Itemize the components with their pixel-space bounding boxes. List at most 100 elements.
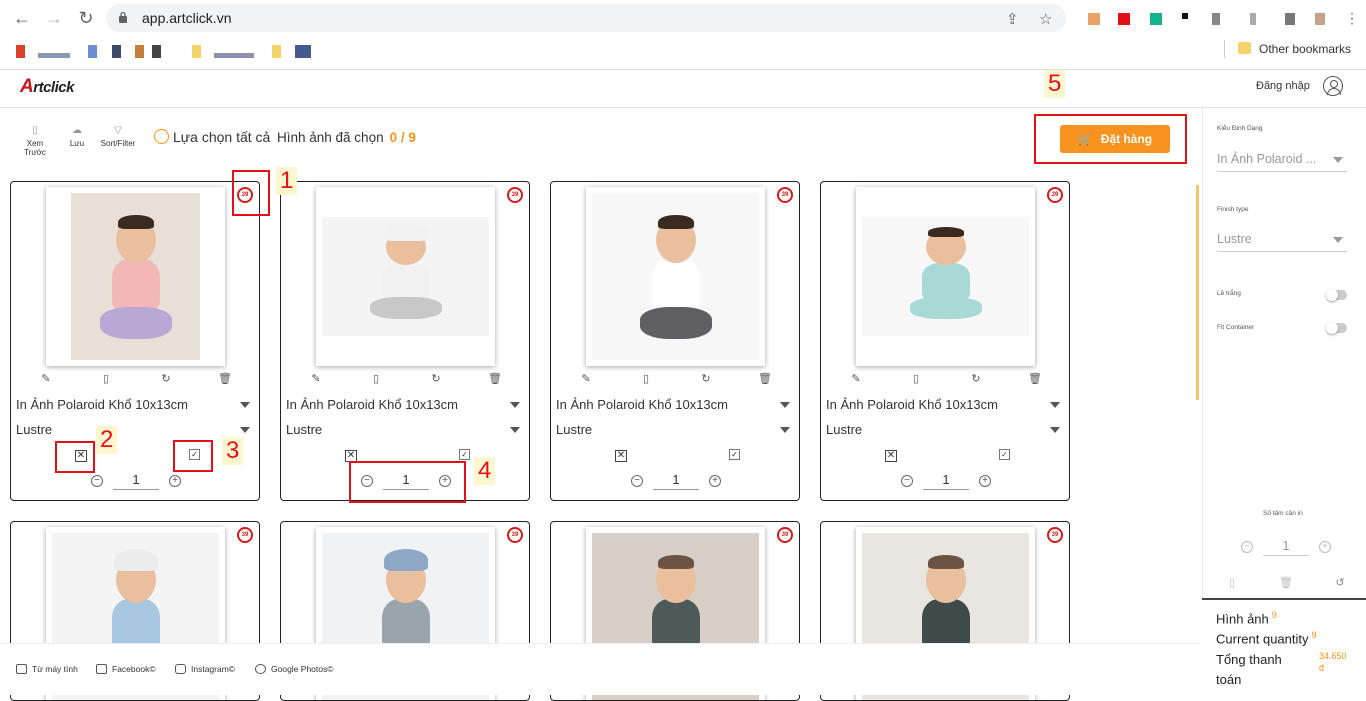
minus-icon[interactable]: − [91, 475, 103, 487]
edit-pencil-icon[interactable]: ✎ [579, 372, 593, 386]
photo-frame[interactable] [586, 187, 765, 366]
login-link[interactable]: Đăng nhập [1256, 80, 1310, 92]
address-bar[interactable]: app.artclick.vn ⇪ ☆ [106, 4, 1066, 32]
photo-frame[interactable] [46, 187, 225, 366]
minus-icon[interactable]: − [901, 475, 913, 487]
bookmark-icon[interactable] [214, 53, 254, 58]
extension-icon[interactable] [1250, 13, 1256, 25]
quantity-value[interactable]: 1 [113, 472, 159, 490]
instagram-button[interactable]: Instagram© [175, 664, 235, 674]
border-toggle[interactable] [1326, 289, 1347, 301]
quality-badge[interactable]: 39 [1047, 187, 1063, 203]
extension-icon[interactable] [1088, 13, 1100, 25]
photo-card[interactable]: 39 ✎ ▯ ↻ 🗑 In Ảnh Polaroid Khổ 10x13cm L… [550, 181, 800, 501]
user-icon[interactable] [1323, 76, 1343, 96]
fit-toggle[interactable] [1326, 322, 1347, 334]
finish-select[interactable]: Lustre [16, 420, 254, 440]
menu-icon[interactable]: ⋮ [1342, 8, 1362, 28]
copy-icon[interactable]: ▯ [99, 372, 113, 386]
quantity-value[interactable]: 1 [653, 472, 699, 490]
trash-icon[interactable]: 🗑 [1279, 576, 1293, 590]
star-icon[interactable]: ☆ [1039, 10, 1052, 28]
finish-select[interactable]: Lustre [286, 420, 524, 440]
copies-value[interactable]: 1 [1263, 538, 1309, 556]
scrollbar-indicator[interactable] [1196, 185, 1199, 400]
format-select[interactable]: In Ảnh Polaroid ... [1217, 148, 1347, 172]
quality-badge[interactable]: 39 [1047, 527, 1063, 543]
rotate-icon[interactable]: ↺ [1333, 576, 1347, 590]
back-icon[interactable]: ← [12, 8, 32, 28]
select-checkbox-icon[interactable]: ✓ [729, 449, 740, 460]
edit-pencil-icon[interactable]: ✎ [309, 372, 323, 386]
rotate-icon[interactable]: ↻ [159, 372, 173, 386]
other-bookmarks[interactable]: Other bookmarks [1238, 42, 1351, 56]
google-photos-button[interactable]: Google Photos© [255, 664, 334, 674]
artclick-logo[interactable]: Artclick [20, 76, 74, 98]
bookmark-icon[interactable] [152, 45, 161, 58]
select-all-radio[interactable]: Lựa chọn tất cả [154, 129, 270, 145]
minus-icon[interactable]: − [631, 475, 643, 487]
from-computer-button[interactable]: Từ máy tính [16, 664, 78, 674]
bookmark-icon[interactable] [135, 45, 144, 58]
bookmark-icon[interactable] [192, 45, 201, 58]
product-select[interactable]: In Ảnh Polaroid Khổ 10x13cm [826, 395, 1064, 415]
quantity-value[interactable]: 1 [923, 472, 969, 490]
remove-checkbox-icon[interactable]: ✕ [885, 450, 897, 462]
copy-icon[interactable]: ▯ [909, 372, 923, 386]
quality-badge[interactable]: 39 [507, 187, 523, 203]
plus-icon[interactable]: + [709, 475, 721, 487]
extension-icon[interactable] [1150, 13, 1162, 25]
quality-badge[interactable]: 39 [777, 527, 793, 543]
copy-icon[interactable]: ▯ [639, 372, 653, 386]
trash-icon[interactable]: 🗑 [1028, 372, 1042, 386]
rotate-icon[interactable]: ↻ [699, 372, 713, 386]
quality-badge[interactable]: 39 [777, 187, 793, 203]
extension-icon[interactable] [1118, 13, 1130, 25]
bookmark-icon[interactable] [295, 45, 311, 58]
edit-pencil-icon[interactable]: ✎ [39, 372, 53, 386]
extension-icon[interactable] [1182, 13, 1188, 19]
plus-icon[interactable]: + [169, 475, 181, 487]
extension-icon[interactable] [1315, 13, 1325, 25]
finish-select[interactable]: Lustre [826, 420, 1064, 440]
plus-icon[interactable]: + [1319, 541, 1331, 553]
preview-button[interactable]: ▯ Xem Trước [15, 125, 55, 157]
product-select[interactable]: In Ảnh Polaroid Khổ 10x13cm [556, 395, 794, 415]
trash-icon[interactable]: 🗑 [218, 372, 232, 386]
select-checkbox-icon[interactable]: ✓ [999, 449, 1010, 460]
quality-badge[interactable]: 39 [237, 527, 253, 543]
photo-frame[interactable] [316, 187, 495, 366]
share-icon[interactable]: ⇪ [1006, 10, 1019, 28]
extension-icon[interactable] [1285, 13, 1295, 25]
copy-icon[interactable]: ▯ [369, 372, 383, 386]
product-select[interactable]: In Ảnh Polaroid Khổ 10x13cm [16, 395, 254, 415]
rotate-icon[interactable]: ↻ [969, 372, 983, 386]
bookmark-icon[interactable] [112, 45, 121, 58]
copy-icon[interactable]: ▯ [1225, 576, 1239, 590]
trash-icon[interactable]: 🗑 [758, 372, 772, 386]
facebook-button[interactable]: Facebook© [96, 664, 156, 674]
bookmark-icon[interactable] [272, 45, 281, 58]
finish-select[interactable]: Lustre [556, 420, 794, 440]
forward-icon[interactable]: → [44, 8, 64, 28]
rotate-icon[interactable]: ↻ [429, 372, 443, 386]
product-select[interactable]: In Ảnh Polaroid Khổ 10x13cm [286, 395, 524, 415]
trash-icon[interactable]: 🗑 [488, 372, 502, 386]
photo-card[interactable]: 39 ✎ ▯ ↻ 🗑 In Ảnh Polaroid Khổ 10x13cm L… [280, 181, 530, 501]
sort-filter-button[interactable]: ▽ Sort/Filter [98, 125, 138, 148]
plus-icon[interactable]: + [979, 475, 991, 487]
minus-icon[interactable]: − [1241, 541, 1253, 553]
photo-frame[interactable] [856, 187, 1035, 366]
edit-pencil-icon[interactable]: ✎ [849, 372, 863, 386]
bookmark-icon[interactable] [16, 45, 25, 58]
reload-icon[interactable]: ↻ [76, 8, 96, 28]
remove-checkbox-icon[interactable]: ✕ [615, 450, 627, 462]
bookmark-icon[interactable] [88, 45, 97, 58]
save-button[interactable]: ☁ Lưu [67, 125, 87, 148]
bookmark-icon[interactable] [38, 53, 70, 58]
finish-select[interactable]: Lustre [1217, 228, 1347, 252]
quality-badge[interactable]: 39 [507, 527, 523, 543]
extension-icon[interactable] [1212, 13, 1220, 25]
select-checkbox-icon[interactable]: ✓ [459, 449, 470, 460]
photo-card[interactable]: 39 ✎ ▯ ↻ 🗑 In Ảnh Polaroid Khổ 10x13cm L… [820, 181, 1070, 501]
